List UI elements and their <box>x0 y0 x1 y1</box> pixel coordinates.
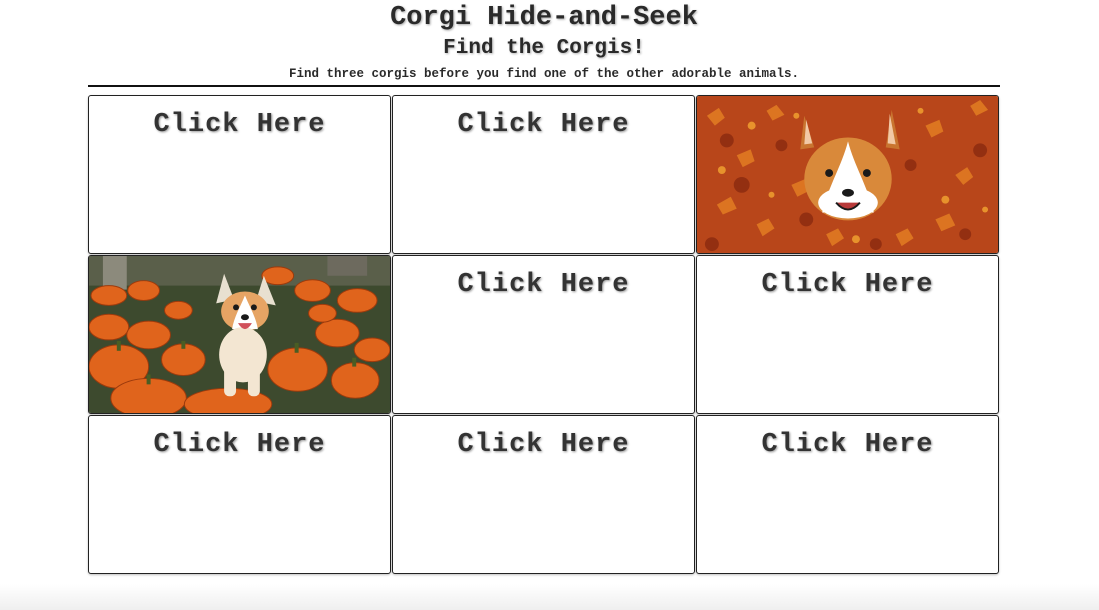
click-here-label: Click Here <box>457 430 630 460</box>
game-page: Corgi Hide-and-Seek Find the Corgis! Fin… <box>0 0 1099 610</box>
header-divider <box>88 85 1000 87</box>
page-bottom-fade <box>0 584 1099 610</box>
page-subtitle: Find the Corgis! <box>443 37 645 60</box>
corgi-on-pumpkins-image <box>89 256 390 413</box>
grid-cell-8[interactable]: Click Here <box>392 415 695 574</box>
click-here-label: Click Here <box>761 430 934 460</box>
click-here-label: Click Here <box>457 270 630 300</box>
click-here-label: Click Here <box>761 270 934 300</box>
instructions-text: Find three corgis before you find one of… <box>288 67 800 81</box>
grid-cell-6[interactable]: Click Here <box>696 255 999 414</box>
click-here-label: Click Here <box>153 110 326 140</box>
grid-cell-9[interactable]: Click Here <box>696 415 999 574</box>
grid-cell-4-revealed <box>88 255 391 414</box>
grid-cell-1[interactable]: Click Here <box>88 95 391 254</box>
click-here-label: Click Here <box>153 430 326 460</box>
grid-cell-2[interactable]: Click Here <box>392 95 695 254</box>
game-grid: Click Here Click Here Click Here Click H… <box>88 95 1000 575</box>
click-here-label: Click Here <box>457 110 630 140</box>
grid-cell-3-revealed <box>696 95 999 254</box>
grid-cell-5[interactable]: Click Here <box>392 255 695 414</box>
page-title: Corgi Hide-and-Seek <box>390 3 698 33</box>
grid-cell-7[interactable]: Click Here <box>88 415 391 574</box>
corgi-in-leaves-image <box>697 96 998 253</box>
